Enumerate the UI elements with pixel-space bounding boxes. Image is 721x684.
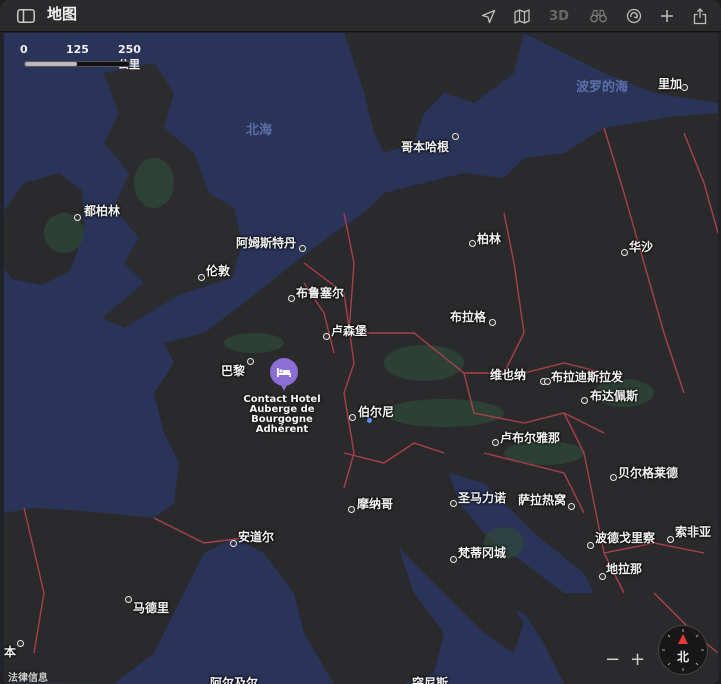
city-dot[interactable]	[568, 503, 575, 510]
city-label-andorra[interactable]: 安道尔	[238, 530, 274, 544]
city-label-london[interactable]: 伦敦	[206, 264, 230, 278]
rotate-icon	[626, 8, 642, 24]
city-dot[interactable]	[544, 378, 551, 385]
city-dot[interactable]	[667, 536, 674, 543]
hotel-pin-tail	[280, 383, 288, 391]
plus-icon	[661, 10, 673, 22]
city-label-sofia[interactable]: 索非亚	[675, 525, 711, 539]
legal-link[interactable]: 法律信息	[8, 669, 48, 684]
compass-north-label: 北	[676, 650, 689, 664]
city-dot[interactable]	[492, 439, 499, 446]
map-icon	[514, 8, 530, 24]
city-label-copenhagen[interactable]: 哥本哈根	[401, 140, 449, 154]
binoculars-icon	[589, 9, 607, 23]
city-label-tirana[interactable]: 地拉那	[606, 562, 642, 576]
sea-label-baltic-sea: 波罗的海	[576, 80, 629, 95]
city-dot[interactable]	[452, 133, 459, 140]
city-label-vienna[interactable]: 维也纳	[490, 368, 526, 382]
city-label-warsaw[interactable]: 华沙	[629, 240, 653, 254]
three-d-button[interactable]: 3D	[548, 5, 570, 27]
city-label-edge-left[interactable]: 本	[4, 645, 16, 659]
current-location-button[interactable]	[477, 5, 499, 27]
city-dot[interactable]	[599, 573, 606, 580]
city-dot[interactable]	[247, 358, 254, 365]
maps-window: 地图 3D 0 125 250 北海 波罗的海 都柏林 伦敦 阿姆斯特丹 布鲁塞…	[0, 0, 721, 684]
city-label-tunis[interactable]: 突尼斯	[412, 676, 448, 684]
city-dot[interactable]	[74, 214, 81, 221]
add-button[interactable]	[656, 5, 678, 27]
city-label-paris[interactable]: 巴黎	[221, 364, 245, 378]
zoom-out-button[interactable]: −	[605, 649, 620, 670]
sidebar-icon	[17, 9, 35, 23]
city-label-madrid[interactable]: 马德里	[133, 601, 169, 615]
city-label-luxembourg[interactable]: 卢森堡	[331, 324, 367, 338]
city-dot[interactable]	[450, 500, 457, 507]
city-label-sarajevo[interactable]: 萨拉热窝	[518, 493, 566, 507]
city-dot[interactable]	[587, 542, 594, 549]
map-mode-button[interactable]	[511, 5, 533, 27]
city-label-prague[interactable]: 布拉格	[450, 310, 486, 324]
city-dot[interactable]	[469, 240, 476, 247]
city-dot[interactable]	[299, 245, 306, 252]
scale-tick-125: 125	[66, 43, 89, 56]
city-label-dublin[interactable]: 都柏林	[84, 204, 120, 218]
scale-bar	[24, 61, 130, 67]
window-title: 地图	[47, 5, 78, 23]
look-around-button[interactable]	[587, 5, 609, 27]
location-arrow-icon	[481, 9, 495, 23]
city-dot[interactable]	[125, 596, 132, 603]
city-dot[interactable]	[489, 319, 496, 326]
city-dot[interactable]	[621, 249, 628, 256]
zoom-in-button[interactable]: +	[630, 649, 645, 670]
bed-icon	[277, 368, 291, 377]
scale-tick-250: 250 公里	[118, 43, 141, 71]
user-location-dot	[367, 418, 372, 423]
city-dot[interactable]	[581, 397, 588, 404]
city-label-ljubljana[interactable]: 卢布尔雅那	[500, 431, 560, 445]
sea-label-north-sea: 北海	[246, 123, 273, 138]
compass[interactable]: 北	[658, 625, 708, 675]
city-label-amsterdam[interactable]: 阿姆斯特丹	[236, 236, 296, 250]
city-label-bratislava[interactable]: 布拉迪斯拉发	[551, 370, 623, 384]
scale-tick-0: 0	[20, 43, 28, 56]
compass-north-arrow-icon	[678, 634, 688, 644]
sidebar-toggle-button[interactable]	[16, 6, 36, 26]
share-button[interactable]	[689, 5, 711, 27]
city-label-berlin[interactable]: 柏林	[477, 232, 501, 246]
hotel-label[interactable]: Contact Hotel Auberge de Bourgogne Adhér…	[236, 395, 328, 435]
city-label-vatican[interactable]: 梵蒂冈城	[458, 546, 506, 560]
toolbar: 地图 3D	[0, 0, 721, 32]
city-label-belgrade[interactable]: 贝尔格莱德	[618, 466, 678, 480]
rotate-button[interactable]	[623, 5, 645, 27]
city-label-algiers[interactable]: 阿尔及尔	[210, 676, 258, 684]
city-label-monaco[interactable]: 摩纳哥	[357, 497, 393, 511]
city-label-podgorica[interactable]: 波德戈里察	[595, 531, 655, 545]
city-dot[interactable]	[288, 295, 295, 302]
city-label-riga[interactable]: 里加	[658, 77, 682, 91]
hotel-pin[interactable]	[270, 358, 298, 386]
city-label-brussels[interactable]: 布鲁塞尔	[296, 286, 344, 300]
map-base-layer	[4, 33, 718, 684]
city-dot[interactable]	[198, 274, 205, 281]
hotel-label-line-4: Adhérent	[255, 424, 309, 435]
city-dot[interactable]	[450, 556, 457, 563]
city-dot[interactable]	[610, 474, 617, 481]
map-canvas[interactable]: 0 125 250 公里 北海 波罗的海 都柏林 伦敦 阿姆斯特丹 布鲁塞尔 卢…	[4, 33, 718, 684]
city-dot[interactable]	[681, 84, 688, 91]
city-dot[interactable]	[17, 640, 24, 647]
city-dot[interactable]	[323, 333, 330, 340]
zoom-controls: − +	[600, 647, 650, 671]
city-dot[interactable]	[348, 506, 355, 513]
city-label-budapest[interactable]: 布达佩斯	[590, 389, 638, 403]
city-dot[interactable]	[230, 540, 237, 547]
city-dot[interactable]	[349, 414, 356, 421]
share-icon	[693, 7, 707, 24]
city-label-bern[interactable]: 伯尔尼	[358, 405, 394, 419]
city-label-san-marino[interactable]: 圣马力诺	[458, 491, 506, 505]
